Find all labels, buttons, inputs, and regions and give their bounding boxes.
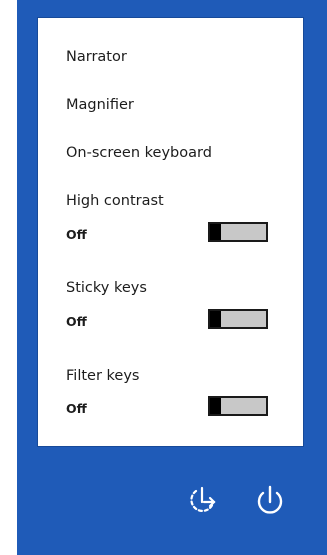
- menu-item-narrator[interactable]: Narrator: [66, 48, 127, 66]
- sticky-keys-label: Sticky keys: [66, 280, 147, 296]
- ease-of-access-icon[interactable]: [184, 483, 220, 519]
- power-icon[interactable]: [252, 483, 288, 519]
- toggle-thumb: [210, 311, 221, 327]
- high-contrast-label: High contrast: [66, 193, 164, 209]
- sticky-keys-toggle[interactable]: [208, 309, 268, 329]
- high-contrast-state: Off: [66, 227, 87, 242]
- toggle-thumb: [210, 224, 221, 240]
- filter-keys-state: Off: [66, 401, 87, 416]
- filter-keys-toggle[interactable]: [208, 396, 268, 416]
- menu-item-magnifier[interactable]: Magnifier: [66, 96, 134, 114]
- sticky-keys-state: Off: [66, 314, 87, 329]
- high-contrast-toggle[interactable]: [208, 222, 268, 242]
- toggle-thumb: [210, 398, 221, 414]
- filter-keys-label: Filter keys: [66, 368, 140, 384]
- accessibility-menu-panel: Narrator Magnifier On-screen keyboard Hi…: [38, 18, 303, 446]
- menu-item-on-screen-keyboard[interactable]: On-screen keyboard: [66, 144, 212, 162]
